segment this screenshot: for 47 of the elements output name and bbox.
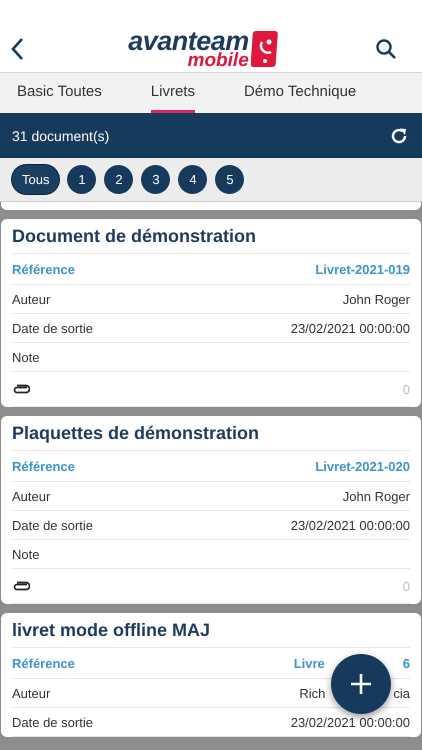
field-label: Auteur [12,292,50,306]
field-value: 6 [402,656,410,670]
filter-chip[interactable]: 5 [215,165,244,194]
paperclip-icon[interactable] [12,581,30,591]
attachment-count: 0 [402,382,410,396]
field-value: Livret-2021-019 [315,262,410,276]
attachment-count: 0 [402,578,410,594]
field-value: Livret-2021-020 [315,458,410,474]
tab[interactable]: Basic Toutes [17,73,102,113]
tab[interactable]: Démo Technique [244,73,356,113]
field-label: Note [12,546,40,562]
document-card[interactable]: livret mode offline MAJ Référence Livre 6 Auteur Rich cia Date de sortie 23/02/2021 00:00:00 [1,613,421,737]
logo-subtitle: mobile [188,51,249,70]
field-value: 23/02/2021 00:00:00 [290,714,410,730]
filter-chip[interactable]: 1 [67,165,96,194]
paperclip-icon[interactable] [12,384,30,394]
refresh-icon[interactable] [390,126,408,144]
document-card[interactable]: Plaquettes de démonstration Référence Livret-2021-020 Auteur John Roger Date de sortie 23/02/2021 00:00:00 Note 0 [1,416,421,604]
filter-chip[interactable]: 2 [104,165,134,194]
filter-chip[interactable]: 4 [178,165,208,194]
back-icon[interactable] [10,37,24,61]
field-label: Référence [12,262,75,276]
field-value: 23/02/2021 00:00:00 [290,320,410,336]
field-label: Note [12,350,40,364]
field-label: Référence [12,458,75,474]
card-title: Document de démonstration [12,219,410,254]
field-label: Date de sortie [12,320,93,336]
field-label: Auteur [12,686,50,700]
phone-logo-icon [250,30,279,68]
filter-chip[interactable]: Tous [12,165,60,194]
filter-chip[interactable]: 3 [141,165,170,194]
field-value: John Roger [342,488,410,504]
card-title: livret mode offline MAJ [12,613,410,648]
plus-icon [350,673,372,695]
field-value: 23/02/2021 00:00:00 [290,518,410,532]
field-value: Livre [294,656,325,670]
field-label: Date de sortie [12,518,93,532]
card-title: Plaquettes de démonstration [12,416,410,451]
field-value: cia [393,686,410,700]
field-value: John Roger [342,292,410,306]
field-label: Référence [12,656,75,670]
document-card[interactable]: Document de démonstration Référence Livret-2021-019 Auteur John Roger Date de sortie 23/02/2021 00:00:00 Note 0 [1,219,421,407]
document-count: 31 document(s) [12,128,110,144]
search-icon[interactable] [374,38,397,60]
field-value: Rich [299,686,326,700]
field-label: Auteur [12,488,50,504]
field-label: Date de sortie [12,714,93,730]
